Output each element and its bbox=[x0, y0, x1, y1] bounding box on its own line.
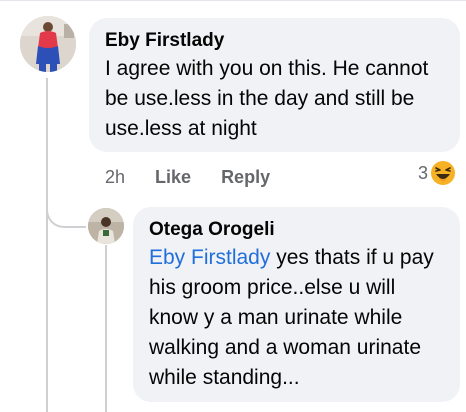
reply-text: Eby Firstlady yes thats if u pay his gro… bbox=[149, 243, 444, 393]
like-button[interactable]: Like bbox=[155, 166, 191, 188]
comment-actions: 2h Like Reply bbox=[105, 166, 300, 188]
reaction-summary[interactable]: 3 bbox=[418, 160, 456, 186]
top-divider bbox=[0, 0, 466, 1]
thread-line bbox=[46, 78, 48, 412]
reply-bubble: Otega Orogeli Eby Firstlady yes thats if… bbox=[133, 207, 460, 402]
haha-emoji-icon bbox=[430, 160, 456, 186]
comment-text: I agree with you on this. He cannot be u… bbox=[105, 57, 429, 140]
reply-avatar[interactable] bbox=[88, 208, 124, 244]
comment-bubble: Eby Firstlady I agree with you on this. … bbox=[89, 18, 460, 152]
comment-timestamp[interactable]: 2h bbox=[105, 166, 125, 188]
avatar[interactable] bbox=[20, 16, 76, 72]
reply-connector bbox=[46, 180, 86, 228]
reply-button[interactable]: Reply bbox=[221, 166, 270, 188]
reaction-count: 3 bbox=[418, 162, 429, 183]
comment-author[interactable]: Eby Firstlady bbox=[105, 29, 444, 53]
reply-author[interactable]: Otega Orogeli bbox=[149, 218, 444, 242]
mention-link[interactable]: Eby Firstlady bbox=[149, 246, 270, 269]
reply-thread-line bbox=[105, 245, 107, 412]
